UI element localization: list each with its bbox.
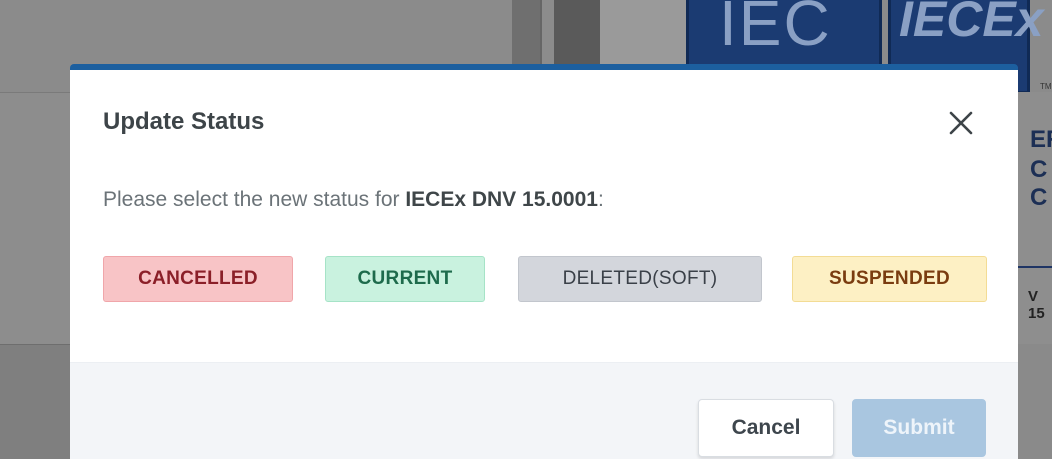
- status-current-button[interactable]: CURRENT: [325, 256, 485, 302]
- message-prefix: Please select the new status for: [103, 188, 406, 211]
- trademark-mark: TM: [1040, 82, 1052, 91]
- status-cancelled-button[interactable]: CANCELLED: [103, 256, 293, 302]
- background-divider: [1018, 266, 1052, 268]
- certificate-id: IECEx DNV 15.0001: [405, 188, 598, 211]
- status-deleted-soft-button[interactable]: DELETED(SOFT): [518, 256, 762, 302]
- submit-button[interactable]: Submit: [852, 399, 986, 457]
- background-shape: [554, 0, 600, 70]
- update-status-dialog: Update Status Please select the new stat…: [70, 64, 1018, 459]
- screen: IEC IECEx TM ER C C V 15 Update Status P…: [0, 0, 1052, 459]
- background-text: ER: [1030, 126, 1052, 153]
- dialog-message: Please select the new status for IECEx D…: [103, 188, 604, 212]
- cancel-button[interactable]: Cancel: [698, 399, 834, 457]
- status-options: CANCELLED CURRENT DELETED(SOFT) SUSPENDE…: [103, 256, 993, 304]
- message-suffix: :: [597, 188, 604, 211]
- dialog-header: Update Status: [70, 70, 1018, 180]
- close-icon: [949, 111, 973, 135]
- dialog-title: Update Status: [103, 108, 265, 135]
- dialog-footer: Cancel Submit: [70, 362, 1018, 459]
- background-text: V 15: [1028, 288, 1045, 322]
- background-panel: [0, 344, 70, 459]
- background-shape: [600, 0, 692, 70]
- iec-logo: IEC: [686, 0, 882, 70]
- status-suspended-button[interactable]: SUSPENDED: [792, 256, 987, 302]
- background-panel: [0, 92, 70, 344]
- close-button[interactable]: [944, 106, 978, 140]
- background-text: C C: [1030, 156, 1048, 211]
- background-shape: [512, 0, 540, 70]
- background-shape: [540, 0, 554, 70]
